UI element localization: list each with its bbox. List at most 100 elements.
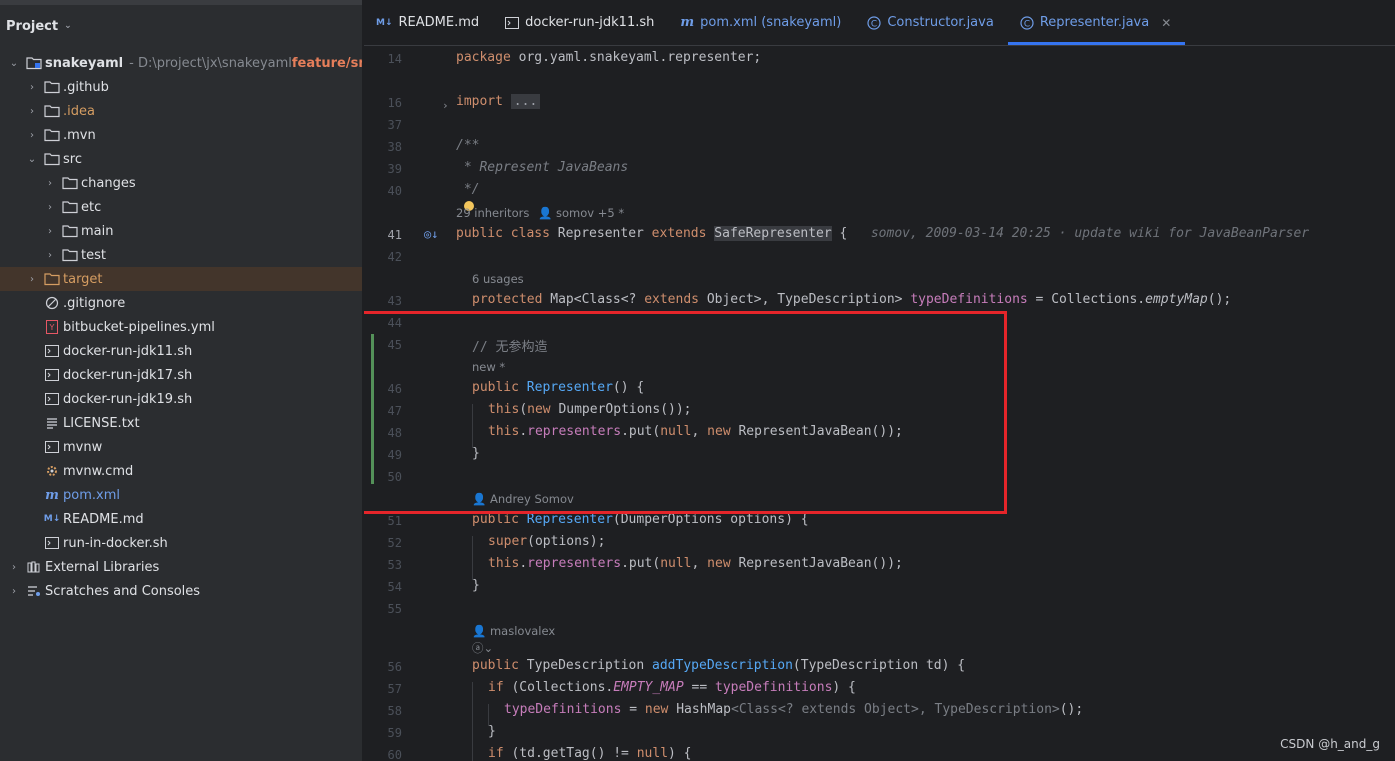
code-editor[interactable]: 14 16 37 38 39 40 41 42 43 44 45 46 47 4…: [364, 47, 1395, 761]
tree-item-main[interactable]: › main: [0, 219, 362, 243]
tree-item-docker-run-jdk11-sh[interactable]: ›docker-run-jdk11.sh: [0, 339, 362, 363]
chevron-down-icon[interactable]: ⌄: [26, 154, 38, 165]
tree-item-etc[interactable]: › etc: [0, 195, 362, 219]
java-class-icon: C: [1020, 15, 1034, 30]
indent-guide: [472, 536, 473, 580]
ai-hint-icon[interactable]: ⓐ⌄: [472, 640, 493, 656]
chevron-right-icon[interactable]: ›: [26, 130, 38, 141]
code-line[interactable]: public Representer(DumperOptions options…: [472, 512, 809, 527]
code-line[interactable]: */: [456, 182, 480, 197]
tree-item-label: External Libraries: [45, 559, 160, 575]
chevron-right-icon[interactable]: ›: [44, 226, 56, 237]
tree-item-label: .github: [63, 79, 109, 95]
annotation-highlight-box: [364, 311, 1007, 514]
shell-file-icon: [44, 343, 60, 359]
editor-tab-docker-run-jdk11-sh[interactable]: docker-run-jdk11.sh: [493, 0, 668, 45]
tree-item-license-txt[interactable]: ›LICENSE.txt: [0, 411, 362, 435]
chevron-down-icon[interactable]: ⌄: [8, 58, 20, 69]
line-number: 53: [387, 558, 402, 572]
inheritors-hint[interactable]: 29 inheritors: [456, 206, 529, 220]
code-line[interactable]: protected Map<Class<? extends Object>, T…: [472, 292, 1231, 307]
chevron-right-icon[interactable]: ›: [26, 106, 38, 117]
tree-item-test[interactable]: › test: [0, 243, 362, 267]
close-icon[interactable]: ✕: [1161, 16, 1171, 30]
tree-item-src[interactable]: ⌄ src: [0, 147, 362, 171]
tree-item-scratches-and-consoles[interactable]: › Scratches and Consoles: [0, 579, 362, 603]
implemented-by-icon[interactable]: ◎↓: [424, 227, 438, 241]
project-view-selector[interactable]: Project ⌄: [6, 16, 72, 36]
code-line[interactable]: if (td.getTag() != null) {: [488, 746, 692, 761]
line-number: 41: [387, 228, 402, 242]
code-line[interactable]: this.representers.put(null, new Represen…: [488, 556, 903, 571]
tree-item-label: etc: [81, 199, 102, 215]
inline-blame[interactable]: somov, 2009-03-14 20:25 · update wiki fo…: [871, 226, 1309, 241]
tree-item-label: .gitignore: [63, 295, 126, 311]
fold-expand-icon[interactable]: ›: [442, 99, 449, 112]
code-line[interactable]: public TypeDescription addTypeDescriptio…: [472, 658, 965, 673]
shell-file-icon: [44, 535, 60, 551]
tree-item-changes[interactable]: › changes: [0, 171, 362, 195]
usages-hint[interactable]: 6 usages: [472, 272, 524, 286]
code-line[interactable]: * Represent JavaBeans: [456, 160, 628, 175]
code-line[interactable]: }: [488, 724, 496, 739]
tree-item-docker-run-jdk19-sh[interactable]: ›docker-run-jdk19.sh: [0, 387, 362, 411]
tree-item-label: test: [81, 247, 106, 263]
line-number: 37: [387, 118, 402, 132]
tree-item-label: docker-run-jdk17.sh: [63, 367, 193, 383]
maven-icon: m: [680, 15, 695, 30]
tab-label: README.md: [398, 15, 480, 30]
tree-item-github[interactable]: › .github: [0, 75, 362, 99]
tree-item-mvnw[interactable]: ›mvnw: [0, 435, 362, 459]
authors-hint[interactable]: 👤 somov +5 *: [538, 206, 624, 220]
tree-item-bitbucket-pipelines-yml[interactable]: ›Ybitbucket-pipelines.yml: [0, 315, 362, 339]
tree-item-label: target: [63, 271, 103, 287]
folder-icon: [62, 247, 78, 263]
editor-tab-readme-md[interactable]: M↓ README.md: [364, 0, 493, 45]
line-number: 59: [387, 726, 402, 740]
chevron-right-icon[interactable]: ›: [44, 202, 56, 213]
tree-item-mvnw-cmd[interactable]: ›mvnw.cmd: [0, 459, 362, 483]
editor-tab-constructor-java[interactable]: C Constructor.java: [855, 0, 1007, 45]
code-line[interactable]: import ...: [456, 94, 541, 109]
tree-item-snakeyaml[interactable]: ⌄ snakeyaml - D:\project\jx\snakeyaml featu…: [0, 51, 362, 75]
editor-tab-representer-java[interactable]: C Representer.java ✕: [1007, 0, 1186, 45]
chevron-right-icon[interactable]: ›: [8, 562, 20, 573]
code-line[interactable]: package org.yaml.snakeyaml.representer;: [456, 50, 761, 65]
code-line[interactable]: }: [472, 578, 480, 593]
tree-item-external-libraries[interactable]: › External Libraries: [0, 555, 362, 579]
tree-item-target[interactable]: › target: [0, 267, 362, 291]
line-number: 43: [387, 294, 402, 308]
code-line[interactable]: super(options);: [488, 534, 605, 549]
chevron-right-icon[interactable]: ›: [26, 274, 38, 285]
cmd-file-icon: [44, 463, 60, 479]
chevron-right-icon[interactable]: ›: [8, 586, 20, 597]
indent-guide: [472, 682, 473, 761]
tree-item-label: docker-run-jdk19.sh: [63, 391, 193, 407]
vcs-branch-label: feature/snake: [291, 55, 362, 71]
chevron-right-icon[interactable]: ›: [44, 250, 56, 261]
folder-icon: [62, 175, 78, 191]
tree-item-mvn[interactable]: › .mvn: [0, 123, 362, 147]
code-line-class-decl[interactable]: public class Representer extends SafeRep…: [456, 226, 1309, 241]
tree-item-pom-xml[interactable]: ›mpom.xml: [0, 483, 362, 507]
code-line[interactable]: /**: [456, 138, 479, 153]
ignore-file-icon: [44, 295, 60, 311]
author-hint[interactable]: 👤 maslovalex: [472, 624, 555, 638]
chevron-right-icon[interactable]: ›: [44, 178, 56, 189]
line-number: 52: [387, 536, 402, 550]
tree-item-docker-run-jdk17-sh[interactable]: ›docker-run-jdk17.sh: [0, 363, 362, 387]
code-line[interactable]: typeDefinitions = new HashMap<Class<? ex…: [504, 702, 1083, 717]
project-tool-window: Project ⌄ ⌄ snakeyaml - D:\project\jx\snak…: [0, 0, 363, 761]
tree-item-run-in-docker-sh[interactable]: ›run-in-docker.sh: [0, 531, 362, 555]
chevron-down-icon[interactable]: ⌄: [64, 21, 72, 31]
editor-tab-bar: M↓ README.md docker-run-jdk11.sh m pom.xml (…: [364, 0, 1395, 46]
watermark: CSDN @h_and_g: [1280, 737, 1380, 751]
code-line[interactable]: if (Collections.EMPTY_MAP == typeDefinit…: [488, 680, 856, 695]
tree-item-gitignore[interactable]: ›.gitignore: [0, 291, 362, 315]
markdown-file-icon: M↓: [43, 514, 61, 524]
chevron-right-icon[interactable]: ›: [26, 82, 38, 93]
line-number: 60: [387, 748, 402, 761]
tree-item-idea[interactable]: › .idea: [0, 99, 362, 123]
tree-item-readme-md[interactable]: ›M↓README.md: [0, 507, 362, 531]
editor-tab-pom-xml[interactable]: m pom.xml (snakeyaml): [668, 0, 855, 45]
